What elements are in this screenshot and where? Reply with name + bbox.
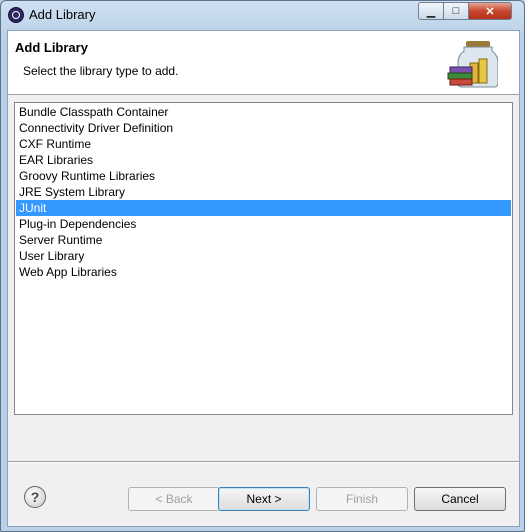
finish-button[interactable]: Finish <box>316 487 408 511</box>
banner-title: Add Library <box>15 40 88 55</box>
list-item-ear-libraries[interactable]: EAR Libraries <box>16 152 511 168</box>
list-item-plug-in-dependencies[interactable]: Plug-in Dependencies <box>16 216 511 232</box>
library-jar-icon <box>447 41 498 88</box>
wizard-banner: Add Library Select the library type to a… <box>8 31 519 95</box>
list-item-connectivity-driver-definition[interactable]: Connectivity Driver Definition <box>16 120 511 136</box>
minimize-button[interactable]: ▁ <box>418 2 444 20</box>
eclipse-app-icon <box>8 7 24 23</box>
maximize-button[interactable]: □ <box>443 2 469 20</box>
list-item-junit[interactable]: JUnit <box>16 200 511 216</box>
banner-description: Select the library type to add. <box>23 64 179 78</box>
list-item-user-library[interactable]: User Library <box>16 248 511 264</box>
maximize-icon: □ <box>452 5 460 17</box>
back-button[interactable]: < Back <box>128 487 220 511</box>
close-icon: ✕ <box>485 5 495 18</box>
close-button[interactable]: ✕ <box>468 2 512 20</box>
list-item-server-runtime[interactable]: Server Runtime <box>16 232 511 248</box>
next-button[interactable]: Next > <box>218 487 310 511</box>
help-button[interactable]: ? <box>24 486 46 508</box>
minimize-icon: ▁ <box>426 5 436 18</box>
library-type-list[interactable]: Bundle Classpath Container Connectivity … <box>14 102 513 415</box>
cancel-button[interactable]: Cancel <box>414 487 506 511</box>
help-icon: ? <box>30 489 40 505</box>
list-item-jre-system-library[interactable]: JRE System Library <box>16 184 511 200</box>
title-bar[interactable]: Add Library ▁ □ ✕ <box>1 1 524 29</box>
list-item-cxf-runtime[interactable]: CXF Runtime <box>16 136 511 152</box>
list-item-web-app-libraries[interactable]: Web App Libraries <box>16 264 511 280</box>
dialog-window: Add Library ▁ □ ✕ Add Library Select the… <box>0 0 525 532</box>
button-bar-separator <box>8 461 519 463</box>
list-item-groovy-runtime-libraries[interactable]: Groovy Runtime Libraries <box>16 168 511 184</box>
dialog-content: Add Library Select the library type to a… <box>7 30 520 527</box>
list-item-bundle-classpath-container[interactable]: Bundle Classpath Container <box>16 104 511 120</box>
window-title: Add Library <box>29 7 96 22</box>
